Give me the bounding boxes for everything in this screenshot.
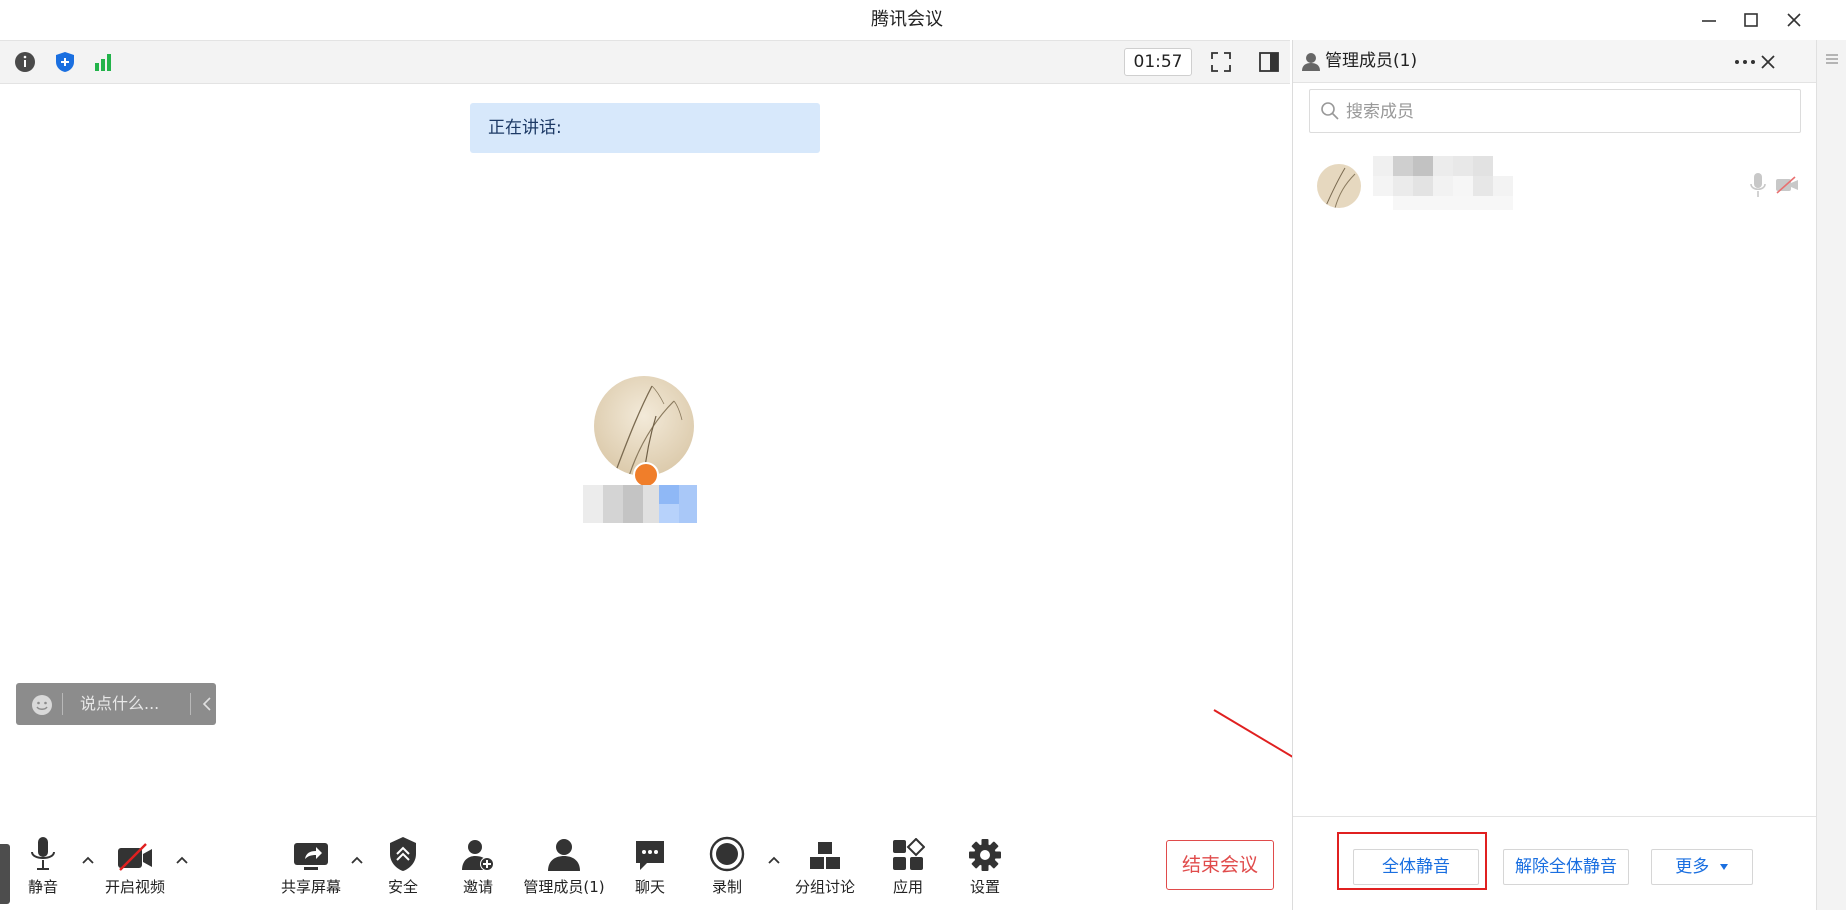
close-panel-icon[interactable]: [1759, 53, 1777, 71]
settings-button[interactable]: 设置: [962, 834, 1008, 904]
network-signal-button[interactable]: [90, 49, 116, 75]
sidebar-layout-icon: [1259, 52, 1279, 72]
speaking-indicator: 正在讲话:: [470, 103, 820, 153]
members-panel: 管理成员(1) 全体静音: [1292, 40, 1817, 911]
chat-bubble-icon: [636, 841, 664, 870]
more-options-icon[interactable]: [1733, 52, 1757, 72]
maximize-button[interactable]: [1736, 6, 1766, 34]
window-title: 腾讯会议: [871, 9, 943, 30]
maximize-icon: [1744, 13, 1758, 27]
chevron-up-icon: [176, 856, 188, 864]
share-screen-button[interactable]: 共享屏幕: [278, 834, 344, 904]
record-options-caret[interactable]: [764, 850, 784, 870]
record-button[interactable]: 录制: [704, 834, 750, 904]
meeting-info-button[interactable]: [12, 49, 38, 75]
meeting-top-toolbar: 01:57: [0, 40, 1290, 84]
breakout-rooms-icon: [810, 842, 840, 869]
security-shield-icon: [390, 837, 416, 871]
meeting-bottom-toolbar: 静音 开启视频 共享屏幕 安全 邀请 管理成员(1) 聊天 录制 分组讨论 应用: [0, 820, 1290, 910]
collapse-chevron-left-icon[interactable]: [200, 696, 214, 712]
apps-button[interactable]: 应用: [885, 834, 931, 904]
unmute-all-button[interactable]: 解除全体静音: [1503, 849, 1629, 885]
divider: [190, 693, 191, 715]
toggle-sidebar-button[interactable]: [1256, 49, 1282, 75]
member-search-input[interactable]: [1344, 98, 1788, 126]
members-panel-footer: 全体静音 解除全体静音 更多: [1293, 816, 1817, 911]
record-label: 录制: [711, 878, 742, 896]
mute-all-button[interactable]: 全体静音: [1353, 849, 1479, 885]
audio-level-meter: [0, 844, 10, 904]
participant-avatar: [594, 376, 694, 476]
fullscreen-button[interactable]: [1208, 49, 1234, 75]
video-label: 开启视频: [104, 878, 165, 896]
member-list-item[interactable]: [1293, 156, 1817, 222]
fullscreen-icon: [1211, 52, 1231, 72]
manage-members-button[interactable]: 管理成员(1): [522, 834, 606, 904]
shield-icon: [56, 52, 74, 72]
member-avatar: [1317, 164, 1361, 208]
invite-label: 邀请: [462, 878, 493, 896]
mute-button[interactable]: 静音: [20, 834, 66, 904]
share-label: 共享屏幕: [280, 878, 341, 896]
minimize-button[interactable]: [1694, 6, 1724, 34]
side-strip: [1816, 40, 1846, 910]
emoji-icon[interactable]: [30, 693, 54, 717]
member-name-obscured: [1373, 156, 1563, 212]
member-microphone-icon[interactable]: [1749, 172, 1767, 200]
microphone-icon: [31, 837, 55, 870]
apps-label: 应用: [892, 878, 923, 896]
video-off-icon: [118, 843, 152, 871]
security-shield-button[interactable]: [52, 49, 78, 75]
breakout-rooms-button[interactable]: 分组讨论: [790, 834, 860, 904]
apps-grid-icon: [893, 838, 925, 870]
end-meeting-button[interactable]: 结束会议: [1166, 840, 1274, 890]
invite-user-icon: [462, 840, 494, 871]
chat-label: 聊天: [634, 878, 665, 896]
share-screen-icon: [294, 843, 328, 870]
members-icon: [548, 839, 580, 871]
members-panel-title: 管理成员(1): [1325, 51, 1418, 71]
title-bar: 腾讯会议: [0, 0, 1846, 40]
members-icon: [1302, 53, 1320, 71]
members-panel-header: 管理成员(1): [1293, 40, 1817, 83]
breakout-label: 分组讨论: [794, 878, 855, 896]
invite-button[interactable]: 邀请: [455, 834, 501, 904]
mute-label: 静音: [27, 878, 58, 896]
info-icon: [15, 52, 35, 72]
member-search-field[interactable]: [1309, 89, 1801, 133]
chevron-up-icon: [768, 856, 780, 864]
close-window-button[interactable]: [1779, 6, 1809, 34]
more-button[interactable]: 更多: [1651, 849, 1753, 885]
avatar-image: [1317, 164, 1361, 208]
more-label: 更多: [1675, 857, 1710, 877]
chevron-up-icon: [82, 856, 94, 864]
signal-bars-icon: [95, 54, 111, 71]
audio-options-caret[interactable]: [78, 850, 98, 870]
share-options-caret[interactable]: [347, 850, 367, 870]
avatar-image: [594, 376, 694, 476]
meeting-timer: 01:57: [1124, 48, 1192, 76]
security-label: 安全: [387, 878, 418, 896]
hamburger-menu-icon[interactable]: [1825, 52, 1839, 66]
start-video-button[interactable]: 开启视频: [100, 834, 170, 904]
chat-placeholder: 说点什么...: [80, 694, 160, 713]
close-icon: [1787, 13, 1801, 27]
quick-chat-input[interactable]: 说点什么...: [16, 683, 216, 725]
gear-icon: [969, 839, 1001, 871]
chevron-up-icon: [351, 856, 363, 864]
security-button[interactable]: 安全: [380, 834, 426, 904]
chat-button[interactable]: 聊天: [627, 834, 673, 904]
manage-members-label: 管理成员(1): [523, 878, 605, 896]
search-icon: [1321, 102, 1339, 120]
record-icon: [709, 836, 745, 872]
minimize-icon: [1702, 20, 1716, 22]
settings-label: 设置: [969, 878, 1000, 896]
caret-down-icon: [1719, 864, 1728, 870]
member-video-off-icon[interactable]: [1775, 176, 1799, 194]
divider: [62, 693, 63, 715]
video-options-caret[interactable]: [172, 850, 192, 870]
speaking-label: 正在讲话:: [488, 118, 562, 138]
